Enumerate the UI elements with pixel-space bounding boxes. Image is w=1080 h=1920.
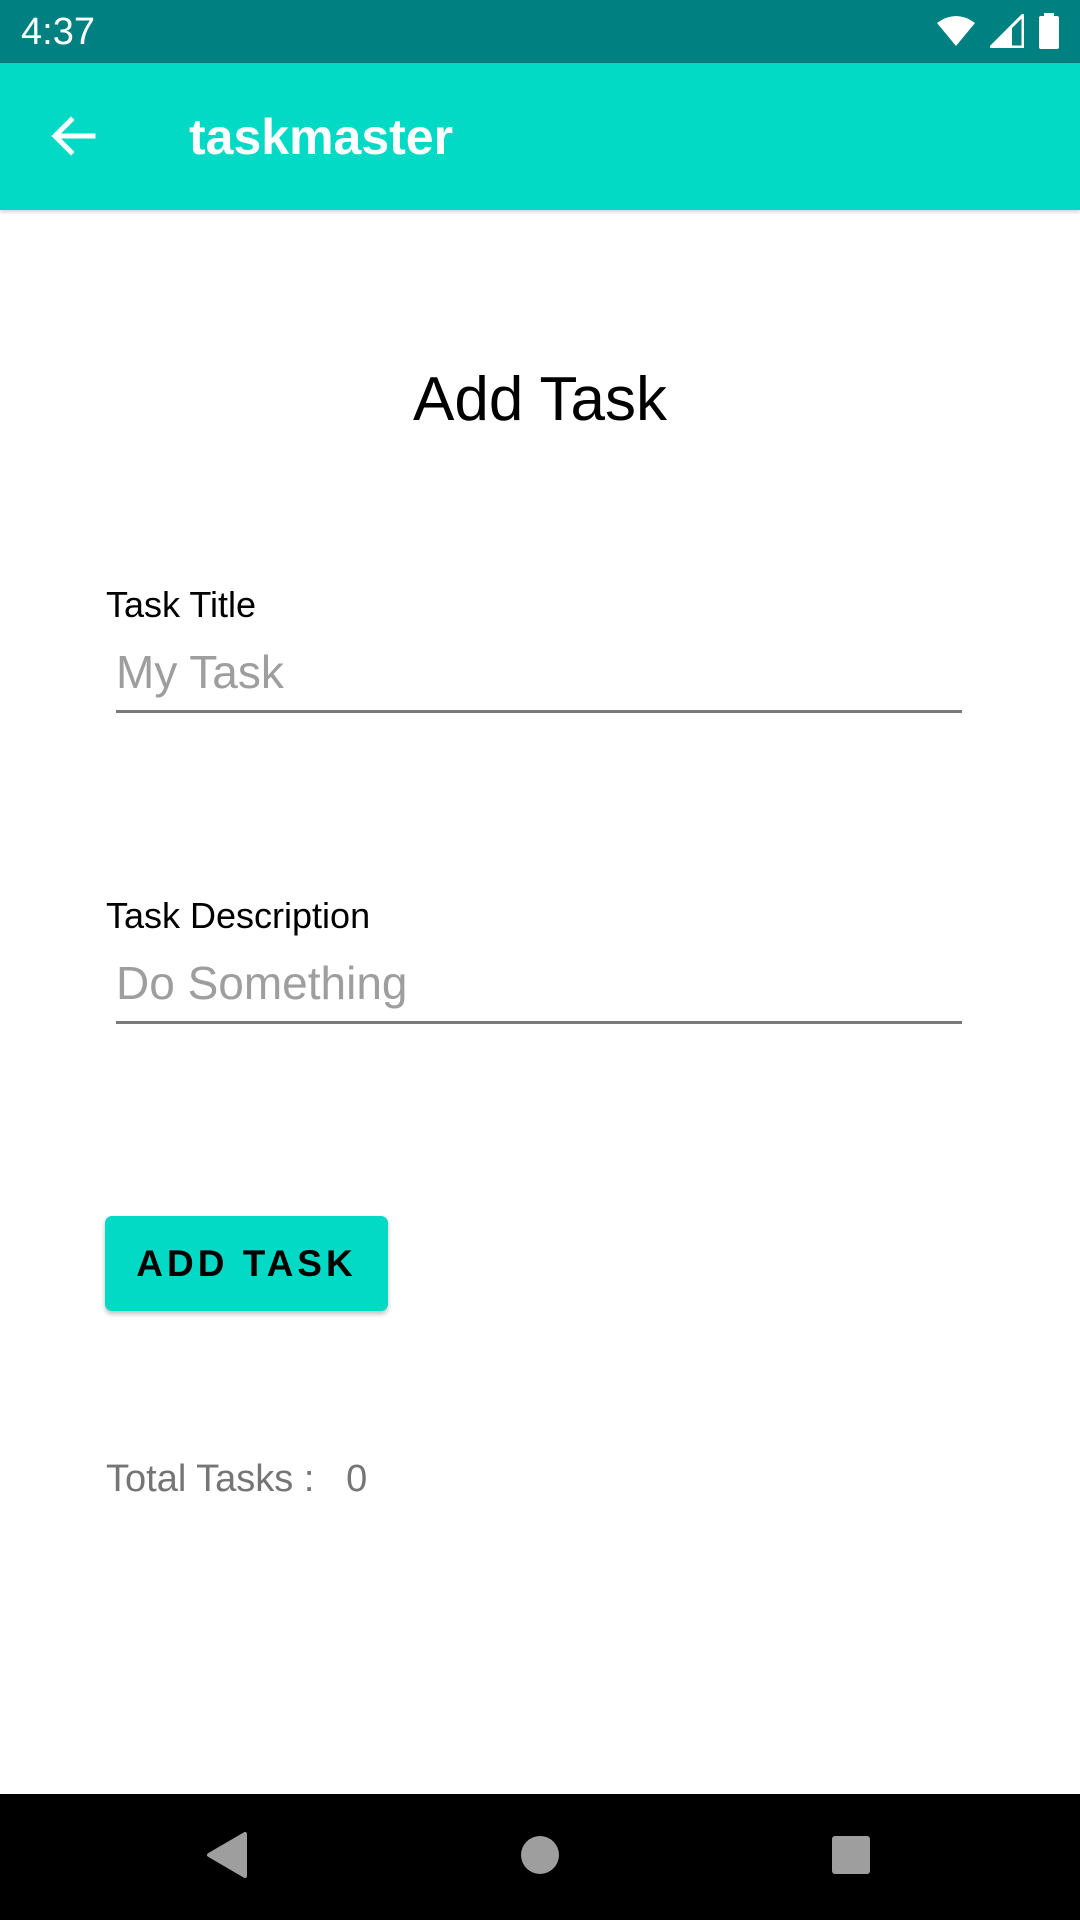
add-task-screen: 4:37 taskmaster Add Task Task Title My T… xyxy=(0,0,1080,1920)
task-description-input[interactable] xyxy=(116,944,962,1024)
total-tasks-label: Total Tasks : xyxy=(106,1458,315,1500)
back-triangle-icon xyxy=(203,1830,249,1885)
status-time: 4:37 xyxy=(21,11,95,53)
task-description-label: Task Description xyxy=(106,895,371,936)
status-icons xyxy=(936,13,1060,49)
status-bar: 4:37 xyxy=(0,0,1080,63)
nav-home-button[interactable] xyxy=(497,1814,583,1900)
task-title-label: Task Title xyxy=(106,584,257,625)
arrow-back-icon xyxy=(49,112,97,165)
back-button[interactable] xyxy=(38,103,108,173)
cell-signal-icon xyxy=(990,14,1024,48)
page-title: Add Task xyxy=(413,365,667,434)
app-title: taskmaster xyxy=(189,109,454,165)
task-title-input[interactable] xyxy=(116,633,962,713)
nav-back-button[interactable] xyxy=(183,1814,269,1900)
total-tasks-row: Total Tasks : 0 xyxy=(106,1456,367,1502)
total-tasks-count: 0 xyxy=(346,1458,368,1500)
add-task-button[interactable]: ADD TASK xyxy=(105,1216,388,1311)
battery-icon xyxy=(1038,13,1060,49)
wifi-icon xyxy=(936,15,976,47)
home-circle-icon xyxy=(519,1834,561,1881)
nav-recents-button[interactable] xyxy=(808,1814,894,1900)
app-bar: taskmaster xyxy=(0,63,1080,210)
system-nav-bar xyxy=(0,1794,1080,1920)
recents-square-icon xyxy=(830,1834,872,1881)
